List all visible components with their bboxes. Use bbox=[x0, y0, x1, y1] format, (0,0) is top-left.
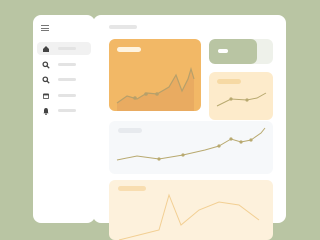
line-chart bbox=[216, 92, 267, 107]
area-chart bbox=[116, 66, 195, 111]
toggle-label bbox=[218, 49, 228, 53]
sidebar-item-label bbox=[58, 63, 76, 66]
chart-card-orange[interactable] bbox=[109, 39, 201, 111]
sidebar-item-search-2[interactable] bbox=[37, 73, 91, 86]
sidebar-item-notifications[interactable] bbox=[37, 104, 91, 117]
search-icon bbox=[42, 60, 50, 69]
sidebar-item-label bbox=[58, 109, 76, 112]
sidebar-item-search[interactable] bbox=[37, 58, 91, 71]
hamburger-icon[interactable] bbox=[41, 25, 49, 31]
sidebar-item-label bbox=[58, 47, 76, 50]
line-chart-wide bbox=[116, 127, 266, 161]
line-chart-bottom bbox=[118, 193, 260, 240]
chart-card-small[interactable] bbox=[209, 72, 273, 120]
main-panel bbox=[93, 15, 286, 240]
sidebar-item-label bbox=[58, 94, 76, 97]
toggle-switch[interactable] bbox=[209, 39, 257, 64]
bell-icon bbox=[42, 107, 50, 115]
sidebar-item-label bbox=[58, 78, 76, 81]
search-icon bbox=[42, 75, 50, 84]
toggle-card[interactable] bbox=[209, 39, 273, 64]
page-title bbox=[109, 25, 137, 29]
sidebar bbox=[33, 15, 95, 223]
home-icon bbox=[42, 45, 50, 53]
chart-card-bottom[interactable] bbox=[109, 180, 273, 240]
sidebar-item-home[interactable] bbox=[37, 42, 91, 55]
chart-card-gray[interactable] bbox=[109, 121, 273, 174]
sidebar-item-calendar[interactable] bbox=[37, 89, 91, 102]
calendar-icon bbox=[42, 92, 50, 100]
